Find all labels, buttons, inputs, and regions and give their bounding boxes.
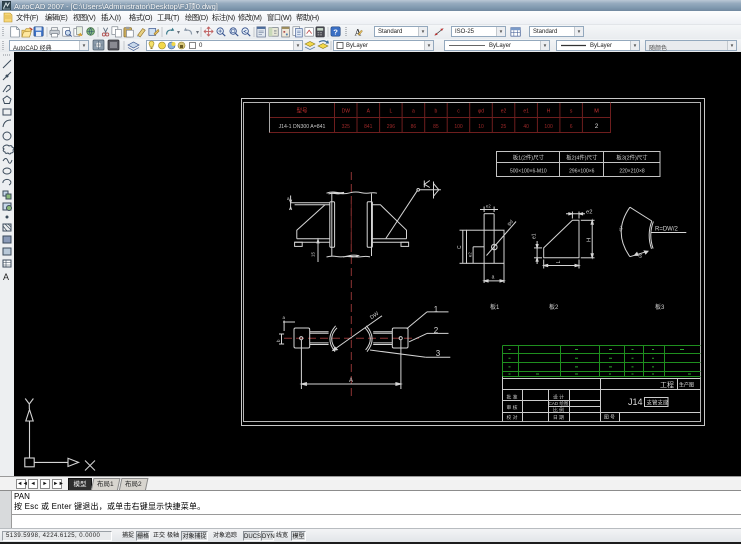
svg-text:型号: 型号 <box>296 107 308 115</box>
svg-text:L: L <box>390 109 393 115</box>
svg-text:841: 841 <box>364 124 373 130</box>
svg-text:25: 25 <box>501 124 507 130</box>
svg-text:e2: e2 <box>501 109 507 115</box>
svg-text:A: A <box>367 109 371 115</box>
svg-text:10: 10 <box>478 124 484 130</box>
svg-text:100: 100 <box>454 124 463 130</box>
svg-text:板1: 板1 <box>490 303 500 311</box>
svg-text:校 对: 校 对 <box>507 414 518 421</box>
svg-text:45°: 45° <box>618 225 624 233</box>
svg-text:a: a <box>283 315 286 320</box>
svg-text:40: 40 <box>523 124 529 130</box>
svg-text:批 准: 批 准 <box>507 394 518 401</box>
svg-text:s: s <box>570 109 573 115</box>
svg-text:e1: e1 <box>531 233 537 239</box>
svg-text:1: 1 <box>434 305 439 314</box>
svg-text:A: A <box>349 378 353 384</box>
svg-text:H: H <box>547 109 551 115</box>
svg-text:a: a <box>412 109 415 115</box>
svg-text:工程: 工程 <box>660 380 674 389</box>
svg-text:325: 325 <box>342 124 351 130</box>
svg-text:e2: e2 <box>586 210 592 216</box>
svg-text:85: 85 <box>433 124 439 130</box>
svg-text:220×210×8: 220×210×8 <box>619 169 645 175</box>
svg-text:e2: e2 <box>467 252 472 257</box>
svg-text:板3: 板3 <box>655 303 665 311</box>
svg-text:生产图: 生产图 <box>679 382 694 389</box>
svg-text:图 号: 图 号 <box>604 415 615 421</box>
svg-text:2: 2 <box>595 124 599 130</box>
svg-text:支管支座: 支管支座 <box>647 399 670 407</box>
svg-text:L: L <box>556 260 562 263</box>
svg-text:板2: 板2 <box>549 303 559 311</box>
svg-text:φd: φd <box>506 219 515 228</box>
svg-text:b: b <box>435 109 438 115</box>
svg-text:2: 2 <box>434 326 439 335</box>
svg-text:M: M <box>594 109 599 115</box>
svg-text:J14-1 DN300 A=841: J14-1 DN300 A=841 <box>279 124 326 130</box>
svg-text:比 例: 比 例 <box>553 407 564 414</box>
svg-text:500×100×6-M10: 500×100×6-M10 <box>510 169 547 175</box>
svg-text:H: H <box>586 238 592 242</box>
svg-text:86: 86 <box>411 124 417 130</box>
svg-text:296: 296 <box>387 124 396 130</box>
svg-text:3: 3 <box>436 349 441 358</box>
svg-text:设 计: 设 计 <box>553 394 564 401</box>
svg-text:C: C <box>457 245 463 249</box>
svg-text:CAD 绘图: CAD 绘图 <box>549 400 569 407</box>
svg-text:φd: φd <box>478 109 484 115</box>
svg-text:审 核: 审 核 <box>507 404 518 411</box>
svg-text:J14: J14 <box>628 397 643 407</box>
svg-text:S: S <box>637 253 643 260</box>
svg-text:板2(4件)尺寸: 板2(4件)尺寸 <box>566 154 598 162</box>
svg-text:R=DW/2: R=DW/2 <box>655 227 679 233</box>
svg-text:e1: e1 <box>523 109 529 115</box>
svg-text:100: 100 <box>544 124 553 130</box>
svg-text:15: 15 <box>311 251 316 257</box>
svg-text:板1(2件)尺寸: 板1(2件)尺寸 <box>513 154 545 162</box>
svg-text:e2: e2 <box>486 204 491 209</box>
svg-text:296×100×6: 296×100×6 <box>569 169 595 175</box>
svg-text:6: 6 <box>570 124 573 130</box>
svg-text:日 期: 日 期 <box>553 415 564 421</box>
svg-text:DW: DW <box>342 109 351 115</box>
svg-text:DW: DW <box>369 311 381 322</box>
svg-text:c: c <box>457 109 460 115</box>
svg-text:板3(2件)尺寸: 板3(2件)尺寸 <box>616 154 648 162</box>
svg-text:A: A <box>3 272 9 282</box>
svg-text:b: b <box>276 339 281 342</box>
svg-text:a: a <box>492 275 495 281</box>
svg-text:?: ? <box>333 27 338 36</box>
